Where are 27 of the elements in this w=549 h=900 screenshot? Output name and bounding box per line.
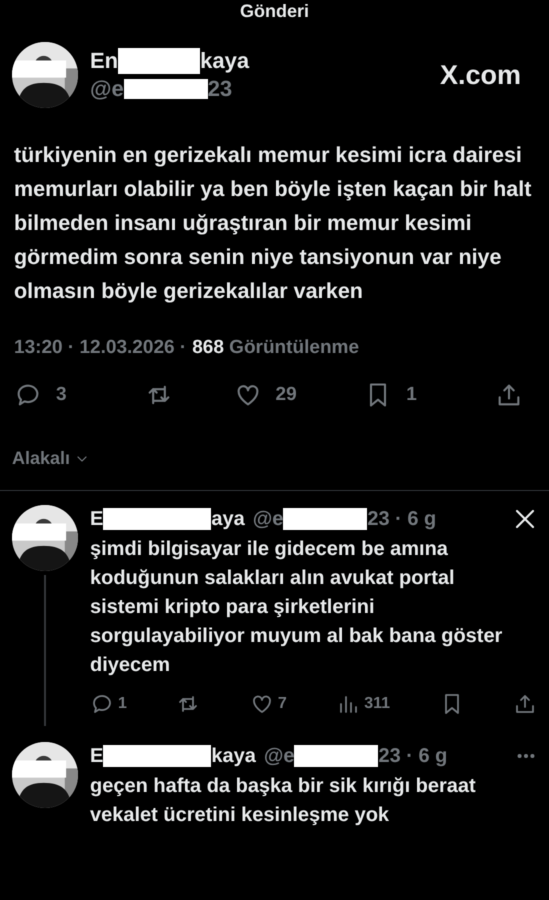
action-count: 7 [278, 694, 287, 714]
action-count: 3 [56, 382, 68, 406]
user-name: kaya [211, 744, 256, 769]
sort-dropdown[interactable]: Alakalı [12, 445, 90, 472]
reply-text: şimdi bilgisayar ile gidecem be amına koduğunun salakları alın avukat portal sistemi kripto para şirketlerini sorgulayabiliyor muyum al bak bana göster diyecem [90, 537, 504, 678]
user-name: E [90, 507, 104, 532]
action-count: 1 [118, 694, 127, 714]
user-handle: @e [252, 507, 284, 532]
user-handle: 23 [208, 75, 232, 103]
reply-text: geçen hafta da başka bir sik kırığı beraat vekalet ücretini kesinleşme yok [90, 774, 477, 828]
post-text: türkiyenin en gerizekalı memur kesimi icra dairesi memurları olabilir ya ben böyle işten kaçan bir halt bilmeden insanı uğraştıran bir memur kesimi görmedim sonra senin niye tansiyonun var niye olmasın böyle gerizekalılar varken [13, 142, 532, 305]
view-count: 868 Görüntülenme [192, 336, 360, 360]
page-title: Gönderi [240, 0, 309, 22]
action-count: 29 [276, 382, 298, 406]
action-count: 1 [406, 382, 418, 406]
user-handle: @e [90, 75, 124, 103]
reply-icon[interactable] [90, 692, 114, 716]
user-name: En [90, 47, 118, 75]
user-name: kaya [200, 47, 250, 75]
site-name: X.com [440, 58, 521, 92]
post-timestamp: 13:20 · 12.03.2026 · [14, 336, 186, 360]
action-count: 311 [364, 694, 390, 714]
user-name: aya [211, 507, 245, 532]
user-handle: 23 · 6 g [378, 744, 448, 769]
user-handle: @e [264, 744, 294, 769]
user-name: E [90, 744, 104, 769]
user-handle: 23 · 6 g [367, 507, 436, 532]
